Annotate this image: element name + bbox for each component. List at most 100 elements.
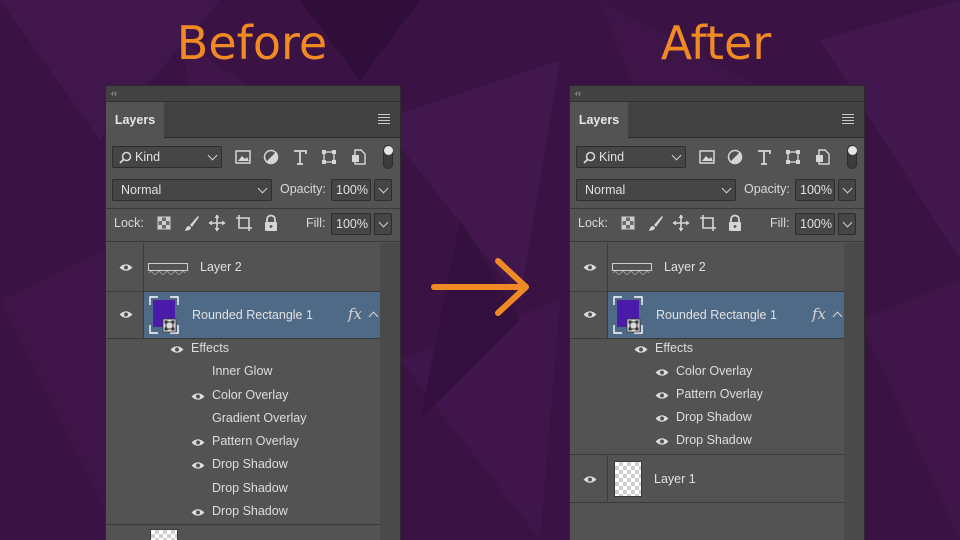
visibility-eye-icon[interactable]	[119, 310, 133, 319]
visibility-eye-icon[interactable]	[583, 263, 597, 272]
fill-input[interactable]: 100%	[331, 213, 371, 235]
effects-group-label[interactable]: Effects	[191, 341, 229, 355]
effect-item[interactable]: Drop Shadow	[212, 481, 288, 495]
effect-visibility-eye-icon[interactable]	[655, 391, 669, 400]
after-heading: After	[660, 16, 772, 70]
effect-visibility-eye-icon[interactable]	[191, 508, 205, 517]
effect-item[interactable]: Pattern Overlay	[212, 434, 299, 448]
fx-icon[interactable]: fx	[348, 305, 362, 323]
effect-item[interactable]: Drop Shadow	[212, 457, 288, 471]
filter-kind-select[interactable]: Kind	[112, 146, 222, 168]
adjustment-filter-icon[interactable]	[262, 148, 280, 166]
effect-item[interactable]: Drop Shadow	[676, 433, 752, 447]
fill-dropdown-button[interactable]	[838, 213, 856, 235]
visibility-eye-icon[interactable]	[119, 263, 133, 272]
layer-row[interactable]: Layer 2	[570, 243, 844, 292]
fill-label: Fill:	[770, 216, 790, 230]
visibility-eye-icon[interactable]	[583, 475, 597, 484]
layer-row[interactable]: Layer 1	[570, 454, 844, 503]
opacity-input[interactable]: 100%	[795, 179, 835, 201]
filter-kind-select[interactable]: Kind	[576, 146, 686, 168]
effect-item[interactable]: Pattern Overlay	[676, 387, 763, 401]
image-filter-icon[interactable]	[698, 148, 716, 166]
effect-visibility-eye-icon[interactable]	[191, 392, 205, 401]
opacity-dropdown-button[interactable]	[838, 179, 856, 201]
chevron-down-icon	[671, 150, 682, 161]
layers-list: Layer 2 Rounded Rectangle 1 fx Effects I…	[106, 243, 400, 540]
lock-artboard-icon[interactable]	[699, 214, 717, 232]
scrollbar[interactable]	[844, 243, 864, 540]
effects-visibility-eye-icon[interactable]	[634, 345, 648, 354]
chevron-down-icon	[378, 217, 389, 228]
layer-name: Layer 2	[200, 260, 242, 274]
shape-filter-icon[interactable]	[320, 148, 338, 166]
chevron-down-icon	[721, 183, 732, 194]
chevron-down-icon	[842, 183, 853, 194]
panel-collapse-strip[interactable]: ‹‹	[106, 86, 400, 102]
fill-input[interactable]: 100%	[795, 213, 835, 235]
lock-artboard-icon[interactable]	[235, 214, 253, 232]
collapse-icon[interactable]: ‹‹	[111, 88, 117, 98]
type-filter-icon[interactable]	[755, 148, 773, 166]
effect-visibility-eye-icon[interactable]	[191, 461, 205, 470]
layer-row[interactable]: Layer 2	[106, 243, 380, 292]
fill-dropdown-button[interactable]	[374, 213, 392, 235]
opacity-dropdown-button[interactable]	[374, 179, 392, 201]
layer-name: Layer 1	[654, 472, 696, 486]
effect-visibility-eye-icon[interactable]	[655, 437, 669, 446]
effect-visibility-eye-icon[interactable]	[655, 368, 669, 377]
filter-toggle[interactable]	[383, 145, 393, 169]
smart-object-filter-icon[interactable]	[350, 148, 368, 166]
before-heading: Before	[176, 16, 328, 70]
effects-group-label[interactable]: Effects	[655, 341, 693, 355]
effect-visibility-eye-icon[interactable]	[191, 438, 205, 447]
effect-visibility-eye-icon[interactable]	[655, 414, 669, 423]
tab-layers[interactable]: Layers	[106, 102, 164, 138]
smart-object-filter-icon[interactable]	[814, 148, 832, 166]
layer-row-selected[interactable]: Rounded Rectangle 1 fx	[106, 292, 380, 339]
filter-toggle[interactable]	[847, 145, 857, 169]
adjustment-filter-icon[interactable]	[726, 148, 744, 166]
effect-item[interactable]: Color Overlay	[676, 364, 752, 378]
panel-tab-row: Layers	[106, 102, 400, 138]
effect-item[interactable]: Color Overlay	[212, 388, 288, 402]
panel-collapse-strip[interactable]: ‹‹	[570, 86, 864, 102]
effect-item[interactable]: Inner Glow	[212, 364, 272, 378]
layers-list: Layer 2 Rounded Rectangle 1 fx Effects C…	[570, 243, 864, 540]
layer-thumbnail	[148, 263, 188, 275]
opacity-input[interactable]: 100%	[331, 179, 371, 201]
tab-layers[interactable]: Layers	[570, 102, 628, 138]
lock-transparent-pixels-icon[interactable]	[155, 214, 173, 232]
image-filter-icon[interactable]	[234, 148, 252, 166]
lock-position-icon[interactable]	[672, 214, 690, 232]
layer-name: Rounded Rectangle 1	[656, 308, 777, 322]
effect-item[interactable]: Drop Shadow	[676, 410, 752, 424]
opacity-label: Opacity:	[280, 182, 326, 196]
lock-all-icon[interactable]	[262, 214, 280, 232]
lock-position-icon[interactable]	[208, 214, 226, 232]
lock-image-pixels-icon[interactable]	[647, 214, 665, 232]
lock-transparent-pixels-icon[interactable]	[619, 214, 637, 232]
scrollbar[interactable]	[380, 243, 400, 540]
effects-visibility-eye-icon[interactable]	[170, 345, 184, 354]
fill-label: Fill:	[306, 216, 326, 230]
type-filter-icon[interactable]	[291, 148, 309, 166]
visibility-eye-icon[interactable]	[583, 310, 597, 319]
panel-menu-icon[interactable]	[378, 114, 390, 124]
layer-row-selected[interactable]: Rounded Rectangle 1 fx	[570, 292, 844, 339]
effect-item[interactable]: Gradient Overlay	[212, 411, 306, 425]
effect-item[interactable]: Drop Shadow	[212, 504, 288, 518]
layer-name: Rounded Rectangle 1	[192, 308, 313, 322]
layers-panel-after: ‹‹ Layers Kind Normal Opacity: 100% Lock…	[569, 85, 865, 540]
blend-mode-select[interactable]: Normal	[576, 179, 736, 201]
lock-label: Lock:	[114, 216, 144, 230]
shape-filter-icon[interactable]	[784, 148, 802, 166]
chevron-up-icon[interactable]	[832, 311, 843, 322]
fx-icon[interactable]: fx	[812, 305, 826, 323]
lock-image-pixels-icon[interactable]	[183, 214, 201, 232]
blend-mode-select[interactable]: Normal	[112, 179, 272, 201]
panel-menu-icon[interactable]	[842, 114, 854, 124]
lock-all-icon[interactable]	[726, 214, 744, 232]
chevron-up-icon[interactable]	[368, 311, 379, 322]
collapse-icon[interactable]: ‹‹	[575, 88, 581, 98]
